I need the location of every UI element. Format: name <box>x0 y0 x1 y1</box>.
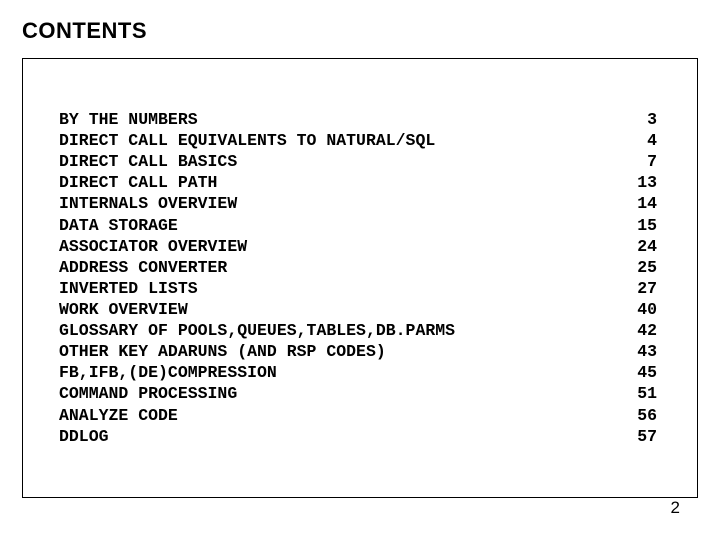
toc-page: 3 <box>627 109 657 130</box>
toc-page: 51 <box>627 383 657 404</box>
toc-title: OTHER KEY ADARUNS (AND RSP CODES) <box>59 341 386 362</box>
toc-page: 7 <box>627 151 657 172</box>
toc-page: 25 <box>627 257 657 278</box>
toc-page: 42 <box>627 320 657 341</box>
toc-title: INTERNALS OVERVIEW <box>59 193 237 214</box>
toc-row: COMMAND PROCESSING 51 <box>59 383 657 404</box>
toc-title: DIRECT CALL BASICS <box>59 151 237 172</box>
toc-title: ADDRESS CONVERTER <box>59 257 227 278</box>
toc-row: INVERTED LISTS 27 <box>59 278 657 299</box>
toc-page: 27 <box>627 278 657 299</box>
page-title: CONTENTS <box>22 18 698 44</box>
toc-row: BY THE NUMBERS 3 <box>59 109 657 130</box>
toc-page: 57 <box>627 426 657 447</box>
toc-page: 56 <box>627 405 657 426</box>
toc-title: BY THE NUMBERS <box>59 109 198 130</box>
toc-title: DATA STORAGE <box>59 215 178 236</box>
toc-row: DIRECT CALL BASICS 7 <box>59 151 657 172</box>
page-number: 2 <box>671 498 680 518</box>
toc-title: INVERTED LISTS <box>59 278 198 299</box>
toc-page: 4 <box>627 130 657 151</box>
toc-title: FB,IFB,(DE)COMPRESSION <box>59 362 277 383</box>
toc-title: ASSOCIATOR OVERVIEW <box>59 236 247 257</box>
toc-title: DIRECT CALL PATH <box>59 172 217 193</box>
toc-row: ANALYZE CODE 56 <box>59 405 657 426</box>
toc-page: 13 <box>627 172 657 193</box>
toc-row: FB,IFB,(DE)COMPRESSION 45 <box>59 362 657 383</box>
toc-title: DIRECT CALL EQUIVALENTS TO NATURAL/SQL <box>59 130 435 151</box>
toc-row: OTHER KEY ADARUNS (AND RSP CODES) 43 <box>59 341 657 362</box>
toc-page: 24 <box>627 236 657 257</box>
toc-row: ADDRESS CONVERTER 25 <box>59 257 657 278</box>
toc-title: DDLOG <box>59 426 109 447</box>
toc-container: BY THE NUMBERS 3 DIRECT CALL EQUIVALENTS … <box>22 58 698 498</box>
toc-page: 14 <box>627 193 657 214</box>
toc-title: WORK OVERVIEW <box>59 299 188 320</box>
toc-row: INTERNALS OVERVIEW 14 <box>59 193 657 214</box>
toc-row: DIRECT CALL PATH 13 <box>59 172 657 193</box>
toc-page: 15 <box>627 215 657 236</box>
toc-row: DIRECT CALL EQUIVALENTS TO NATURAL/SQL 4 <box>59 130 657 151</box>
toc-page: 40 <box>627 299 657 320</box>
toc-title: ANALYZE CODE <box>59 405 178 426</box>
toc-title: GLOSSARY OF POOLS,QUEUES,TABLES,DB.PARMS <box>59 320 455 341</box>
toc-page: 43 <box>627 341 657 362</box>
toc-title: COMMAND PROCESSING <box>59 383 237 404</box>
toc-row: ASSOCIATOR OVERVIEW 24 <box>59 236 657 257</box>
toc-row: DATA STORAGE 15 <box>59 215 657 236</box>
toc-row: WORK OVERVIEW 40 <box>59 299 657 320</box>
toc-row: GLOSSARY OF POOLS,QUEUES,TABLES,DB.PARMS… <box>59 320 657 341</box>
toc-row: DDLOG 57 <box>59 426 657 447</box>
toc-page: 45 <box>627 362 657 383</box>
